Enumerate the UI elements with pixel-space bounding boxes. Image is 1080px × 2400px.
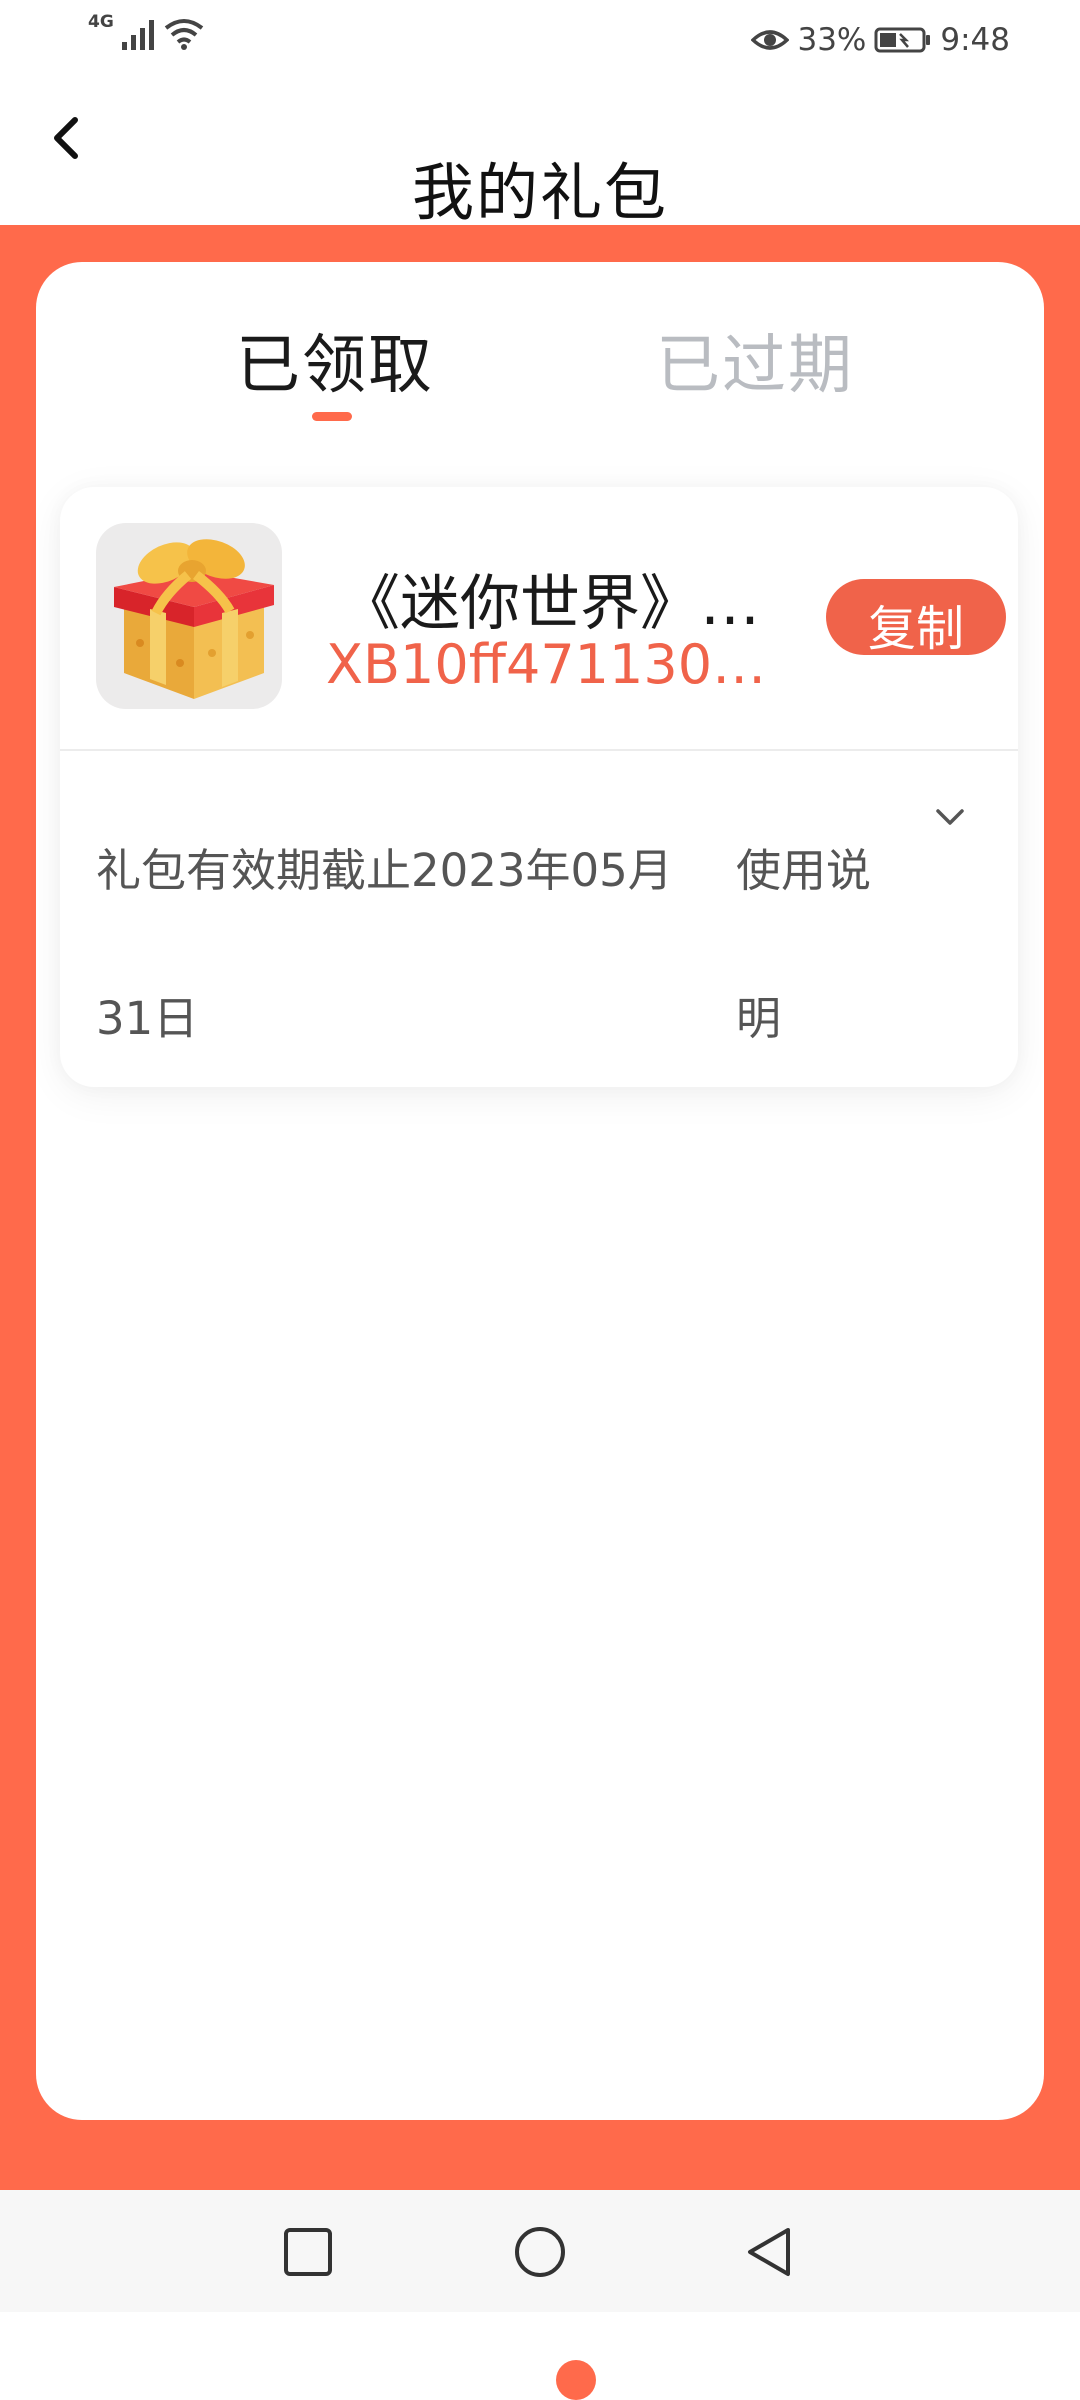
network-type: 4G <box>88 12 114 32</box>
chevron-down-icon[interactable] <box>930 799 970 839</box>
gift-panel: 已领取 已过期 《迷你世界》… XB10ff4711308… 复制 礼包有效期截… <box>36 262 1044 2400</box>
battery-icon <box>874 27 931 53</box>
card-divider <box>60 749 1018 751</box>
signal-icon <box>121 20 154 50</box>
panel-handle-dot <box>556 2360 596 2400</box>
copy-button[interactable]: 复制 <box>826 579 1006 655</box>
tab-expired[interactable]: 已过期 <box>656 314 854 406</box>
tab-active-indicator <box>312 412 352 421</box>
tab-bar: 已领取 已过期 <box>36 262 1044 452</box>
system-nav-bar <box>0 2190 1080 2312</box>
wifi-icon <box>164 19 204 50</box>
status-bar: 4G 33% 9:48 <box>0 0 1080 80</box>
header: 我的礼包 <box>0 80 1080 229</box>
gift-code: XB10ff4711308… <box>326 633 776 696</box>
validity-line-1: 礼包有效期截止2023年05月 <box>96 844 673 897</box>
recent-apps-icon[interactable] <box>278 2222 338 2282</box>
status-left: 4G <box>88 12 204 50</box>
instructions-toggle[interactable]: 使用说 明 <box>736 797 886 1093</box>
gift-card: 《迷你世界》… XB10ff4711308… 复制 礼包有效期截止2023年05… <box>60 487 1018 1087</box>
back-triangle-icon[interactable] <box>740 2222 800 2282</box>
tab-received[interactable]: 已领取 <box>236 314 434 406</box>
instructions-line-2: 明 <box>736 992 782 1045</box>
eye-icon <box>751 30 790 50</box>
page-title: 我的礼包 <box>411 156 668 229</box>
validity-line-2: 31日 <box>96 992 199 1045</box>
validity-text: 礼包有效期截止2023年05月 31日 <box>96 797 706 1093</box>
clock: 9:48 <box>940 22 1010 58</box>
status-right: 33% 9:48 <box>751 20 1010 60</box>
gift-title: 《迷你世界》… <box>340 569 760 639</box>
battery-percent: 33% <box>797 22 867 58</box>
instructions-line-1: 使用说 <box>736 844 872 897</box>
gift-box-icon <box>96 523 282 709</box>
home-icon[interactable] <box>510 2222 570 2282</box>
